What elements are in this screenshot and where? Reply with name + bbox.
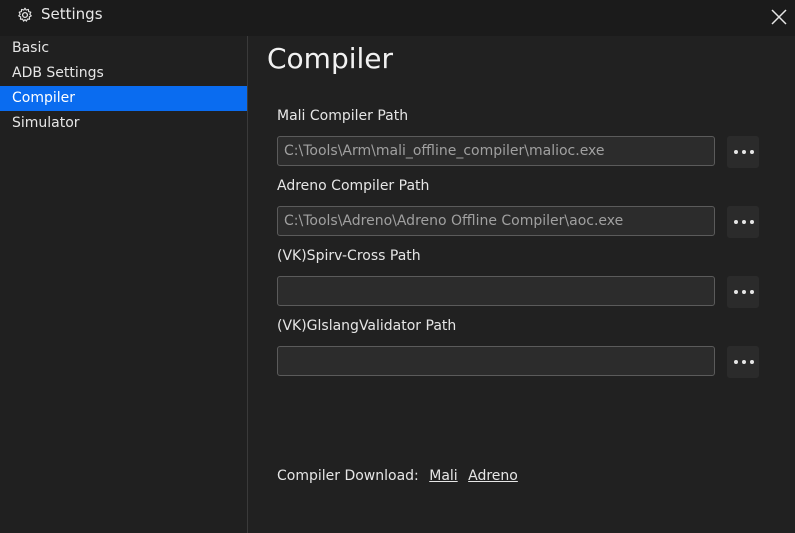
mali-browse-button[interactable] [727, 136, 759, 168]
mali-download-link[interactable]: Mali [429, 468, 457, 484]
adreno-download-link[interactable]: Adreno [468, 468, 518, 484]
sidebar-item-simulator[interactable]: Simulator [0, 111, 247, 136]
sidebar: Basic ADB Settings Compiler Simulator [0, 36, 248, 533]
adreno-path-input[interactable] [277, 206, 715, 236]
page-title: Compiler [267, 42, 394, 75]
spirv-cross-path-label: (VK)Spirv-Cross Path [277, 248, 421, 264]
gear-icon [18, 7, 32, 22]
adreno-path-label: Adreno Compiler Path [277, 178, 430, 194]
more-horizontal-icon [734, 150, 754, 154]
adreno-browse-button[interactable] [727, 206, 759, 238]
spirv-cross-browse-button[interactable] [727, 276, 759, 308]
mali-path-input[interactable] [277, 136, 715, 166]
more-horizontal-icon [734, 360, 754, 364]
mali-path-label: Mali Compiler Path [277, 108, 409, 124]
more-horizontal-icon [734, 290, 754, 294]
close-button[interactable] [762, 0, 795, 33]
compiler-download-label: Compiler Download: [277, 468, 419, 484]
sidebar-item-basic[interactable]: Basic [0, 36, 247, 61]
glslang-validator-path-label: (VK)GlslangValidator Path [277, 318, 457, 334]
spirv-cross-path-input[interactable] [277, 276, 715, 306]
glslang-validator-browse-button[interactable] [727, 346, 759, 378]
sidebar-item-adb-settings[interactable]: ADB Settings [0, 61, 247, 86]
more-horizontal-icon [734, 220, 754, 224]
glslang-validator-path-input[interactable] [277, 346, 715, 376]
window-title: Settings [41, 5, 103, 23]
compiler-download-row: Compiler Download: Mali Adreno [277, 468, 518, 484]
close-icon [771, 9, 787, 25]
compiler-settings-panel: Compiler Mali Compiler Path Adreno Compi… [248, 36, 795, 533]
title-bar: Settings [0, 0, 795, 36]
sidebar-item-compiler[interactable]: Compiler [0, 86, 247, 111]
